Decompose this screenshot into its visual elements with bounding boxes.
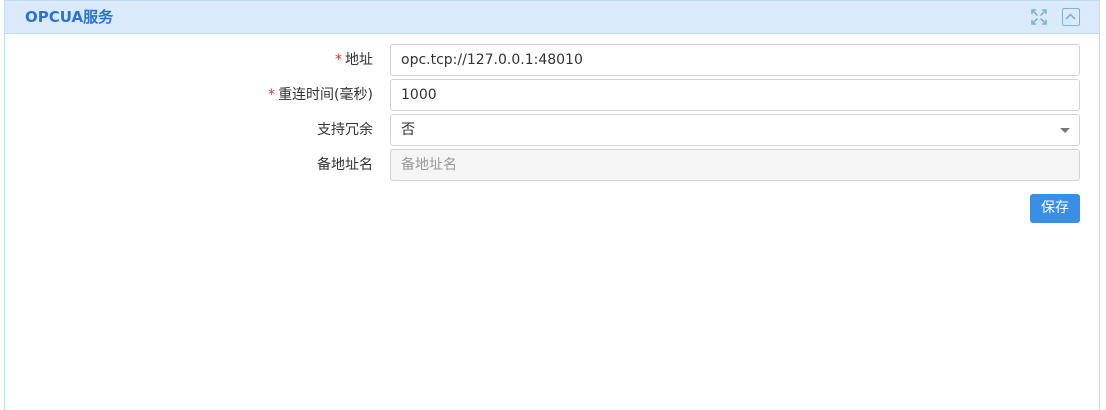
required-mark: *	[335, 52, 342, 68]
address-input[interactable]: opc.tcp://127.0.0.1:48010	[390, 44, 1080, 76]
address-label: * 地址	[335, 51, 373, 69]
redundancy-selected-value: 否	[401, 122, 415, 138]
caret-down-icon[interactable]	[1060, 128, 1070, 133]
reconnect-time-input[interactable]: 1000	[390, 79, 1080, 111]
redundancy-label: 支持冗余	[317, 122, 373, 138]
panel-header: OPCUA服务	[5, 1, 1099, 34]
backup-address-label: 备地址名	[317, 157, 373, 173]
expand-icon[interactable]	[1030, 8, 1048, 26]
reconnect-label-text: 重连时间(毫秒)	[278, 87, 373, 103]
form-row-backup-address: 备地址名 备地址名	[5, 149, 1099, 181]
panel-title: OPCUA服务	[25, 8, 114, 26]
backup-address-input[interactable]: 备地址名	[390, 149, 1080, 181]
required-mark: *	[268, 87, 276, 103]
form-row-reconnect: * 重连时间(毫秒) 1000	[5, 79, 1099, 111]
form-row-redundancy: 支持冗余 否	[5, 114, 1099, 146]
opcua-service-panel: OPCUA服务 * 地址 opc.tcp://127.0.0.1:48010 *…	[4, 0, 1100, 410]
collapse-up-icon[interactable]	[1062, 8, 1080, 26]
reconnect-label: * 重连时间(毫秒)	[268, 86, 373, 104]
form-row-address: * 地址 opc.tcp://127.0.0.1:48010	[5, 44, 1099, 76]
save-button[interactable]: 保存	[1030, 194, 1080, 223]
address-label-text: 地址	[345, 52, 373, 68]
redundancy-select[interactable]: 否	[390, 114, 1080, 146]
